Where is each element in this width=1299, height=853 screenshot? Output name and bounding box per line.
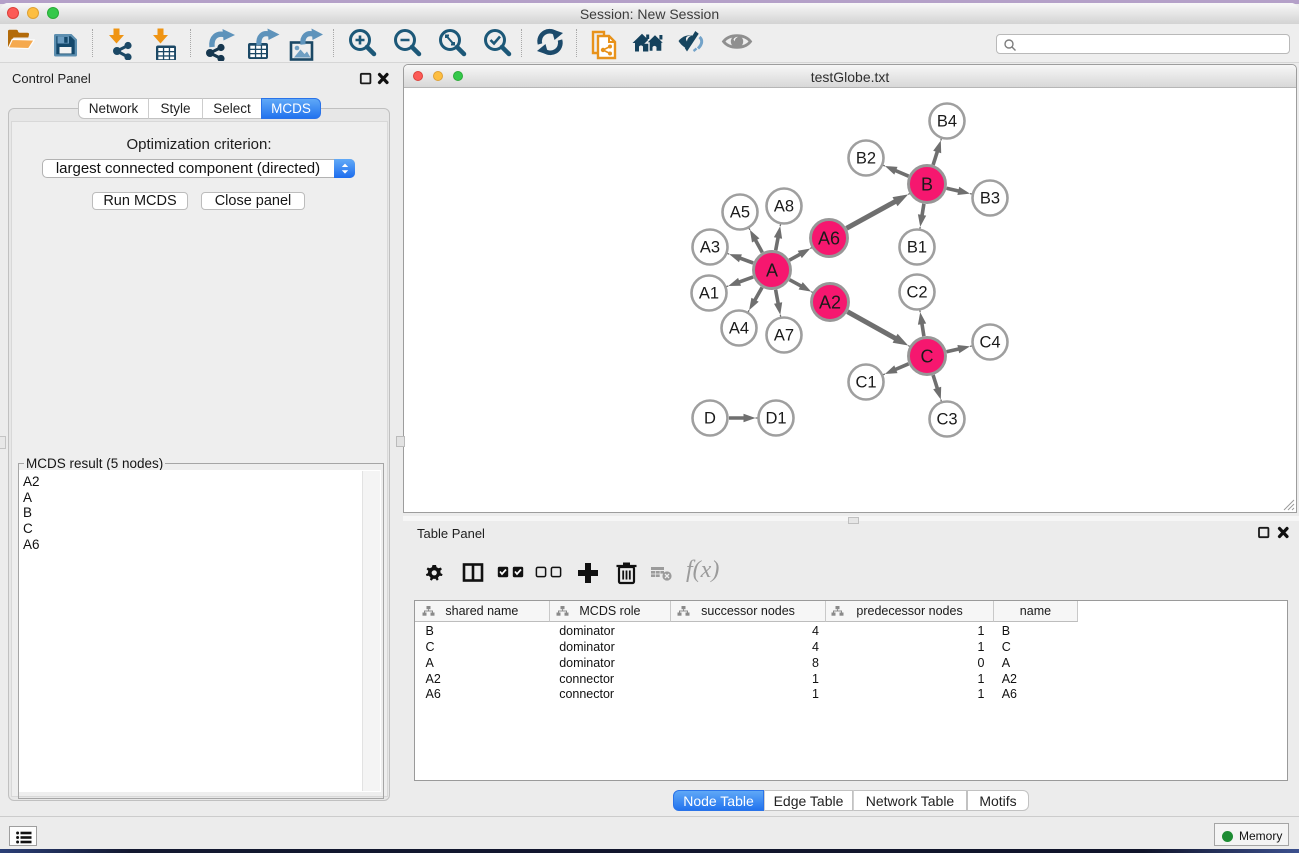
svg-text:A5: A5 bbox=[730, 204, 750, 222]
svg-text:C3: C3 bbox=[936, 411, 957, 429]
svg-text:D: D bbox=[704, 410, 716, 428]
svg-text:C2: C2 bbox=[906, 284, 927, 302]
svg-text:A4: A4 bbox=[729, 320, 749, 338]
svg-text:D1: D1 bbox=[765, 410, 786, 428]
svg-text:A2: A2 bbox=[819, 293, 841, 313]
svg-text:C1: C1 bbox=[855, 374, 876, 392]
svg-text:B4: B4 bbox=[937, 113, 957, 131]
svg-text:C: C bbox=[921, 347, 934, 367]
svg-text:A8: A8 bbox=[774, 198, 794, 216]
svg-text:A7: A7 bbox=[774, 327, 794, 345]
svg-text:B1: B1 bbox=[907, 239, 927, 257]
svg-text:B3: B3 bbox=[980, 190, 1000, 208]
svg-text:A3: A3 bbox=[700, 239, 720, 257]
svg-text:A1: A1 bbox=[699, 285, 719, 303]
svg-text:A: A bbox=[766, 261, 778, 281]
svg-text:B: B bbox=[921, 175, 933, 195]
svg-text:C4: C4 bbox=[979, 334, 1000, 352]
svg-text:B2: B2 bbox=[856, 150, 876, 168]
svg-text:A6: A6 bbox=[818, 229, 840, 249]
